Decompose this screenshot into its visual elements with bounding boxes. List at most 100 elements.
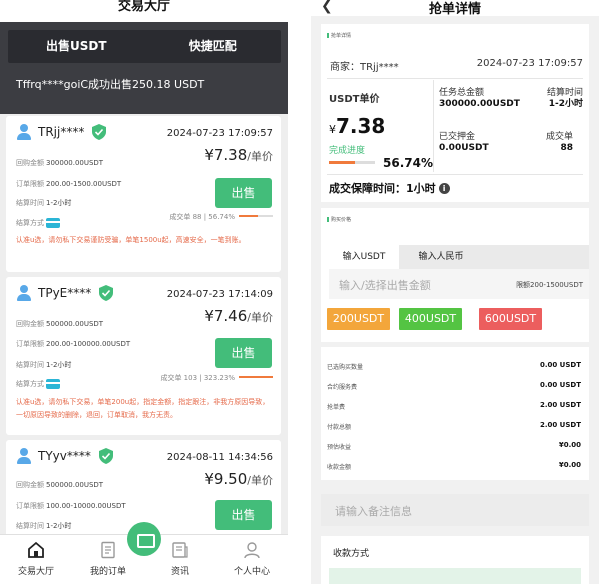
nav-profile[interactable]: 个人中心: [216, 535, 288, 584]
sell-button[interactable]: 出售: [215, 338, 272, 368]
order-row: 结算时间 1-2小时: [16, 360, 71, 370]
amount-input[interactable]: 输入/选择出售金额 限额200-1500USDT: [329, 269, 589, 299]
row-value: 300000.00USDT: [46, 159, 104, 167]
price-unit: /单价: [247, 311, 273, 324]
bank-card-icon: [46, 218, 60, 228]
hall-tabs: 出售USDT 快捷匹配: [8, 30, 281, 63]
price-value: ¥7.38: [204, 146, 248, 164]
price-value: ¥7.46: [204, 307, 248, 325]
fee-row: 已选购买数量 0.00 USDT: [327, 361, 581, 371]
order-username: TYyv****: [38, 449, 91, 463]
row-value: 500000.00USDT: [46, 320, 104, 328]
order-price: ¥7.46/单价: [204, 307, 273, 325]
home-icon: [28, 541, 44, 558]
row-key: 回购金额: [16, 481, 44, 489]
row-value: 500000.00USDT: [46, 481, 104, 489]
sell-button[interactable]: 出售: [215, 500, 272, 530]
purchase-card: 购买价格 输入USDT 输入人民币 输入/选择出售金额 限额200-1500US…: [321, 208, 589, 342]
divider: [433, 80, 434, 172]
row-key: 结算方式: [16, 380, 44, 388]
remark-placeholder: 请输入备注信息: [335, 505, 412, 518]
divider: [327, 78, 583, 79]
order-row: 结算方式: [16, 379, 60, 389]
verified-shield-icon: [99, 285, 114, 301]
fee-row: 付款总额 2.00 USDT: [327, 421, 581, 431]
info-icon[interactable]: i: [438, 183, 450, 194]
order-time: 2024-08-11 14:34:56: [166, 452, 273, 463]
tab-input-usdt[interactable]: 输入USDT: [329, 245, 399, 269]
fee-key: 付款总额: [327, 424, 352, 431]
order-row: 结算时间 1-2小时: [16, 198, 71, 208]
nav-label: 个人中心: [233, 567, 270, 577]
row-key: 结算时间: [16, 199, 44, 207]
order-username: TPyE****: [38, 286, 92, 300]
kv-value: 300000.00USDT: [439, 99, 520, 109]
row-key: 结算时间: [16, 361, 44, 369]
sell-button[interactable]: 出售: [215, 178, 272, 208]
collect-method-option[interactable]: [329, 568, 581, 584]
order-user: TPyE****: [16, 285, 114, 301]
tab-quick-match[interactable]: 快捷匹配: [145, 30, 282, 63]
task-total: 任务总金额 300000.00USDT: [439, 88, 520, 110]
row-key: 回购金额: [16, 320, 44, 328]
fee-key: 抢单费: [327, 404, 346, 411]
usdt-price-label: USDT单价: [329, 94, 380, 105]
kv-label: 结算时间: [546, 88, 583, 98]
fee-key: 合约服务费: [327, 384, 358, 391]
fee-value: ¥0.00: [558, 441, 581, 449]
news-icon: [172, 542, 188, 558]
row-key: 订单限额: [16, 502, 44, 510]
screenshot: 交易大厅 出售USDT 快捷匹配 Tffrq****goiC成功出售250.18…: [0, 0, 599, 584]
deposit: 已交押金 0.00USDT: [439, 132, 489, 154]
row-key: 订单限额: [16, 180, 44, 188]
amount-400-button[interactable]: 400USDT: [399, 308, 462, 330]
nav-trading-hall[interactable]: 交易大厅: [0, 535, 72, 584]
order-username: TRjj****: [38, 125, 85, 139]
divider: [327, 174, 583, 175]
order-row: 回购金额 500000.00USDT: [16, 319, 103, 329]
currency-symbol: ¥: [329, 123, 336, 136]
order-summary-card: 抢单详情 商家：TRjj**** 2024-07-23 17:09:57 USD…: [321, 24, 589, 202]
fee-row: 抢单费 2.00 USDT: [327, 401, 581, 411]
order-progress-fill: [239, 376, 273, 378]
user-icon: [16, 285, 32, 301]
amount-600-button[interactable]: 600USDT: [479, 308, 542, 330]
page-title: 交易大厅: [0, 0, 288, 22]
fee-key: 预估收益: [327, 444, 352, 451]
nav-label: 交易大厅: [17, 567, 54, 577]
order-row: 回购金额 300000.00USDT: [16, 158, 103, 168]
order-row: 结算方式: [16, 218, 60, 228]
row-key: 回购金额: [16, 159, 44, 167]
price-unit: /单价: [247, 474, 273, 487]
kv-label: 任务总金额: [439, 88, 485, 98]
progress-fill: [329, 161, 356, 164]
row-value: 200.00-100000.00USDT: [46, 340, 131, 348]
fee-row: 预估收益 ¥0.00: [327, 441, 581, 451]
guarantee-time: 成交保障时间：1小时 i: [329, 180, 450, 196]
amount-200-button[interactable]: 200USDT: [327, 308, 390, 330]
row-key: 订单限额: [16, 340, 44, 348]
guarantee-text: 成交保障时间：1小时: [329, 182, 436, 195]
wallet-fab-icon[interactable]: [127, 522, 161, 556]
kv-value: 1-2小时: [548, 99, 583, 109]
progress-value: 56.74%: [383, 156, 433, 170]
fee-key: 收款金额: [327, 464, 352, 471]
fee-row: 收款金额 ¥0.00: [327, 461, 581, 471]
user-icon: [16, 448, 32, 464]
amount-limit: 限额200-1500USDT: [516, 281, 583, 289]
order-user: TYyv****: [16, 448, 113, 464]
tab-sell-usdt[interactable]: 出售USDT: [8, 30, 145, 63]
ticker-text: Tffrq****goiC成功出售250.18 USDT: [16, 78, 205, 91]
user-icon: [16, 124, 32, 140]
orders-icon: [101, 541, 115, 559]
kv-value: 0.00USDT: [439, 143, 489, 153]
remark-input[interactable]: 请输入备注信息: [321, 494, 589, 526]
order-note: 认准u选，请勿私下交易谨防受骗，单笔1500u起，高速安全，一笔到账。: [16, 236, 246, 244]
payment-method-card: 收款方式: [321, 536, 589, 584]
fee-value: 2.00 USDT: [539, 421, 581, 429]
order-row: 结算时间 1-2小时: [16, 521, 71, 531]
fee-value: 0.00 USDT: [539, 381, 581, 389]
order-note: 认准u选，请勿私下交易，单笔200u起，指定金额，指定跟注，非我方原因导致，一切…: [16, 398, 270, 419]
tab-input-rmb[interactable]: 输入人民币: [399, 245, 483, 269]
price-value: 7.38: [336, 114, 386, 138]
